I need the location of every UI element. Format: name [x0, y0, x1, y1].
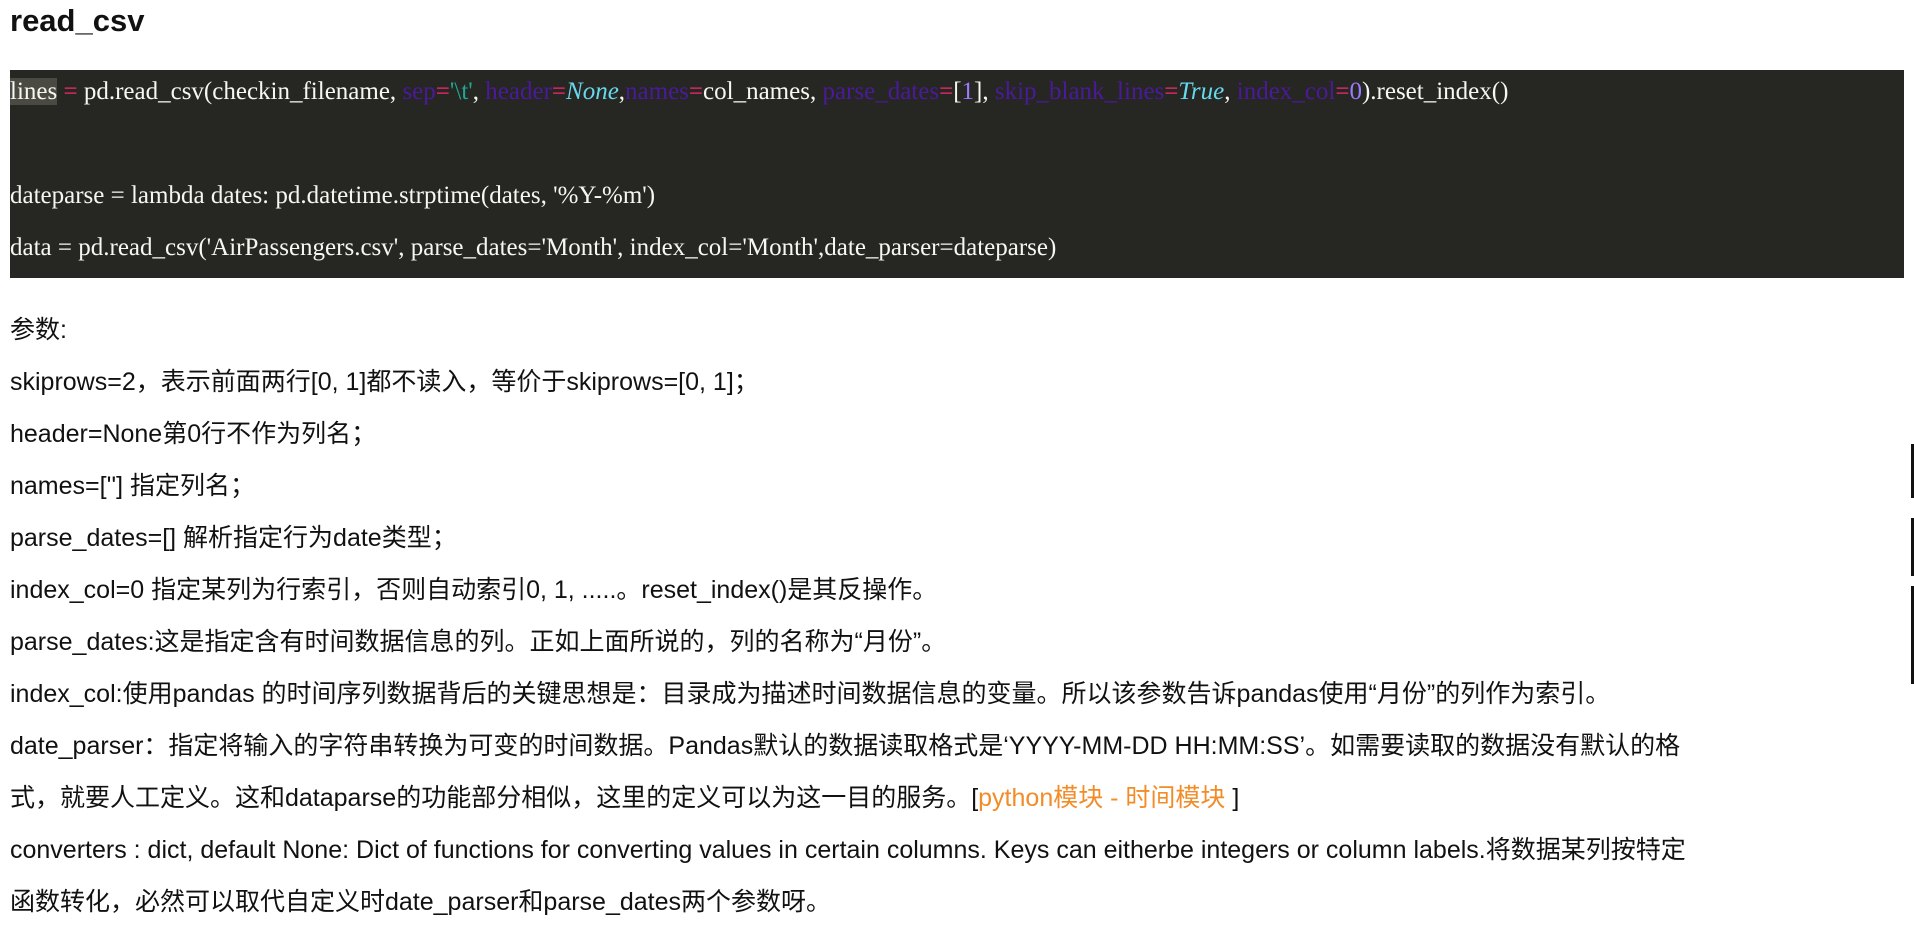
param-parse-dates-desc: parse_dates:这是指定含有时间数据信息的列。正如上面所说的，列的名称为… [10, 628, 947, 656]
param-skiprows: skiprows=2，表示前面两行[0, 1]都不读入，等价于skiprows=… [10, 368, 759, 396]
page-title: read_csv [10, 3, 145, 38]
code-line-read-csv: data = pd.read_csv('AirPassengers.csv', … [10, 234, 1057, 261]
param-index-col-desc: index_col:使用pandas 的时间序列数据背后的关键思想是：目录成为描… [10, 680, 1611, 708]
code-num-1: 1 [961, 78, 975, 105]
code-const-true: True [1178, 78, 1225, 105]
param-header: header=None第0行不作为列名； [10, 420, 377, 448]
code-block: lines = pd.read_csv(checkin_filename, se… [10, 70, 1904, 278]
param-converters-line1: converters : dict, default None: Dict of… [10, 836, 1686, 864]
param-parse-dates-list: parse_dates=[] 解析指定行为date类型； [10, 524, 457, 552]
article-page: read_csv lines = pd.read_csv(checkin_fil… [0, 0, 1914, 942]
params-heading: 参数: [10, 316, 67, 344]
code-op: = [435, 78, 450, 105]
code-op: = [688, 78, 704, 105]
code-line-dateparse: dateparse = lambda dates: pd.datetime.st… [10, 182, 656, 209]
code-kw-parse-dates: parse_dates [822, 78, 940, 105]
code-punct: , [472, 78, 486, 105]
date-parser-bracket: ] [1225, 784, 1240, 812]
code-kw-sep: sep [402, 78, 436, 105]
param-index-col-0: index_col=0 指定某列为行索引，否则自动索引0, 1, .....。r… [10, 576, 938, 604]
code-var-lines: lines [10, 78, 58, 105]
param-names: names=[''] 指定列名； [10, 472, 256, 500]
code-punct: [ [953, 78, 962, 105]
code-str-sep: '\t' [449, 78, 473, 105]
code-line-1: lines = pd.read_csv(checkin_filename, se… [10, 75, 1508, 109]
code-op: = [57, 78, 84, 105]
code-punct: ], [974, 78, 995, 105]
code-kw-names: names [625, 78, 689, 105]
code-const-none: None [566, 78, 619, 105]
code-op: = [1335, 78, 1350, 105]
code-names-val: col_names, [703, 78, 823, 105]
time-module-link[interactable]: python模块 - 时间模块 [978, 784, 1225, 812]
param-date-parser-line2: 式，就要人工定义。这和dataparse的功能部分相似，这里的定义可以为这一目的… [10, 780, 1239, 816]
code-kw-skip-blank-lines: skip_blank_lines [994, 78, 1165, 105]
param-converters-line2: 函数转化，必然可以取代自定义时date_parser和parse_dates两个… [10, 888, 832, 916]
code-call: pd.read_csv(checkin_filename, [83, 78, 403, 105]
code-kw-index-col: index_col [1236, 78, 1336, 105]
code-op: = [939, 78, 954, 105]
date-parser-text: 式，就要人工定义。这和dataparse的功能部分相似，这里的定义可以为这一目的… [10, 784, 979, 812]
code-kw-header: header [485, 78, 552, 105]
code-op: = [551, 78, 567, 105]
code-num-0: 0 [1349, 78, 1362, 105]
code-punct: , [1224, 78, 1237, 105]
code-tail: ).reset_index() [1361, 78, 1509, 105]
code-op: = [1164, 78, 1179, 105]
param-date-parser-line1: date_parser：指定将输入的字符串转换为可变的时间数据。Pandas默认… [10, 732, 1681, 760]
